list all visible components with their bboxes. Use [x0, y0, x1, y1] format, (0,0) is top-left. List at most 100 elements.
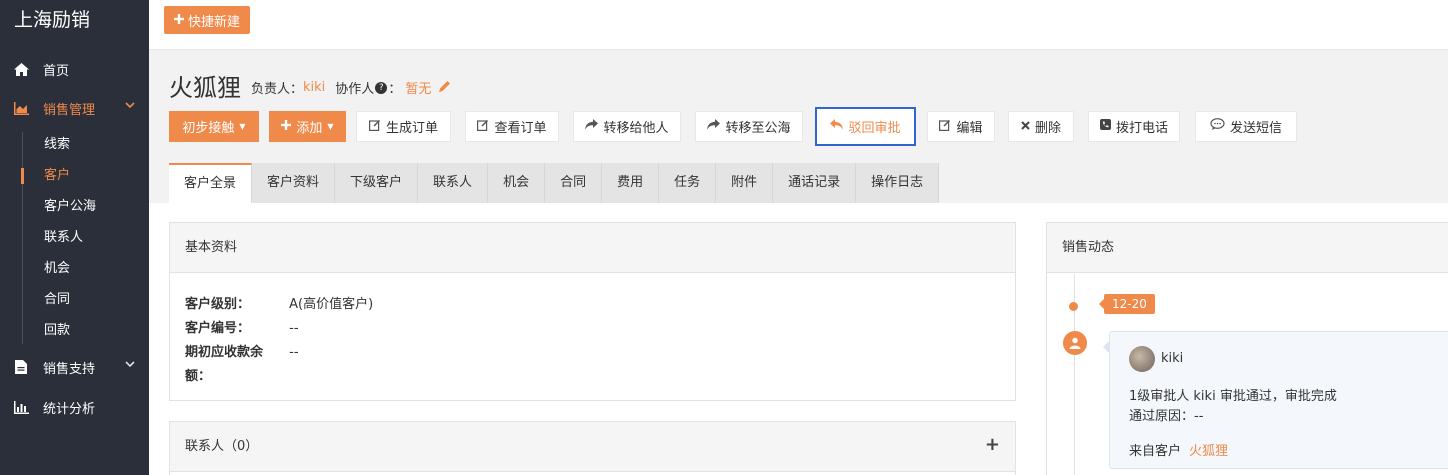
tab-call-records[interactable]: 通话记录 — [773, 163, 857, 203]
view-order-label: 查看订单 — [494, 121, 547, 136]
tab-contacts[interactable]: 联系人 — [418, 163, 489, 203]
tab-sub-customers[interactable]: 下级客户 — [335, 163, 419, 203]
call-button[interactable]: 拨打电话 — [1088, 111, 1180, 142]
info-key: 额： — [185, 369, 212, 384]
tab-bar: 客户全景 客户资料 下级客户 联系人 机会 合同 费用 任务 附件 通话记录 操… — [169, 163, 940, 203]
question-icon[interactable]: ? — [375, 81, 388, 94]
sidebar-item-home[interactable]: 首页 — [0, 58, 149, 80]
sidebar-subitem-payments[interactable]: 回款 — [22, 320, 149, 342]
source-label: 来自客户 — [1129, 444, 1182, 459]
reply-icon — [830, 119, 844, 134]
transfer-to-other-label: 转移给他人 — [603, 121, 669, 136]
tab-expenses[interactable]: 费用 — [602, 163, 660, 203]
plus-icon — [281, 119, 292, 134]
user-icon — [1063, 331, 1087, 355]
info-key: 客户编号： — [185, 321, 251, 336]
chevron-down-icon — [125, 99, 135, 112]
tab-profile[interactable]: 客户资料 — [252, 163, 336, 203]
info-value: -- — [289, 321, 299, 336]
info-row-level: 客户级别： A(高价值客户) — [185, 293, 373, 312]
sidebar-item-sales-support[interactable]: 销售支持 — [0, 356, 149, 378]
sales-activity-title: 销售动态 — [1047, 223, 1448, 273]
collab-value: 暂无 — [405, 82, 432, 97]
create-order-label: 生成订单 — [385, 121, 438, 136]
chat-icon — [1210, 118, 1225, 135]
avatar — [1129, 346, 1155, 372]
close-icon — [1021, 119, 1030, 134]
tab-contracts[interactable]: 合同 — [545, 163, 603, 203]
edit-icon — [939, 119, 951, 135]
topbar: 快捷新建 — [149, 0, 1448, 50]
delete-button[interactable]: 删除 — [1008, 111, 1074, 142]
activity-user: kiki — [1161, 351, 1184, 366]
activity-line-2: 通过原因：-- — [1129, 409, 1204, 424]
info-row-receivable-cont: 额： — [185, 365, 285, 384]
contacts-title: 联系人（0） — [170, 422, 1015, 472]
stage-label: 初步接触 — [182, 121, 235, 136]
owner-value[interactable]: kiki — [303, 80, 325, 95]
document-icon — [13, 359, 29, 375]
reject-approval-label: 驳回审批 — [848, 121, 901, 136]
info-value: A(高价值客户) — [289, 297, 374, 312]
sidebar-subitem-contracts[interactable]: 合同 — [22, 289, 149, 311]
sidebar-item-sales-management[interactable]: 销售管理 — [0, 97, 149, 119]
edit-icon — [477, 119, 489, 135]
transfer-to-pool-button[interactable]: 转移至公海 — [695, 111, 803, 142]
page-title: 火狐狸 — [169, 74, 241, 102]
sidebar-subitem-opportunities[interactable]: 机会 — [22, 258, 149, 280]
send-sms-label: 发送短信 — [1229, 121, 1282, 136]
bar-chart-icon — [13, 399, 29, 415]
timeline-date: 12-20 — [1099, 294, 1155, 314]
owner-label: 负责人： — [251, 82, 304, 97]
source-customer-link[interactable]: 火狐狸 — [1189, 444, 1228, 459]
tab-opportunities[interactable]: 机会 — [488, 163, 546, 203]
info-row-number: 客户编号： -- — [185, 317, 299, 336]
edit-button[interactable]: 编辑 — [927, 111, 995, 142]
info-key: 期初应收款余 — [185, 345, 264, 360]
transfer-to-pool-label: 转移至公海 — [725, 121, 791, 136]
sidebar-subitem-contacts[interactable]: 联系人 — [22, 227, 149, 249]
collab-colon: ： — [388, 82, 402, 97]
create-order-button[interactable]: 生成订单 — [356, 111, 451, 142]
sidebar-subitem-leads[interactable]: 线索 — [22, 134, 149, 156]
call-label: 拨打电话 — [1115, 121, 1168, 136]
timeline-card: kiki 1级审批人 kiki 审批通过，审批完成 通过原因：-- 来自客户 火… — [1103, 331, 1448, 469]
sidebar-item-label: 统计分析 — [43, 401, 96, 417]
stage-dropdown-button[interactable]: 初步接触 ▼ — [169, 111, 259, 142]
send-sms-button[interactable]: 发送短信 — [1195, 111, 1297, 142]
activity-source: 来自客户 火狐狸 — [1129, 440, 1228, 459]
home-icon — [13, 61, 29, 77]
reject-approval-button[interactable]: 驳回审批 — [815, 107, 916, 146]
info-value: -- — [289, 345, 299, 360]
owner-info: 负责人： kiki 协作人 ? ： 暂无 — [251, 78, 451, 97]
edit-label: 编辑 — [956, 121, 983, 136]
info-row-receivable: 期初应收款余 -- — [185, 341, 299, 360]
sidebar: 上海励销 首页 销售管理 线索 客户 客户公海 联系人 机会 合同 回款 销售支… — [0, 0, 149, 475]
caret-down-icon: ▼ — [239, 122, 246, 131]
sidebar-item-statistics[interactable]: 统计分析 — [0, 396, 149, 418]
plus-icon — [174, 13, 184, 28]
pencil-icon[interactable] — [439, 80, 451, 96]
collab-label: 协作人 — [335, 82, 375, 97]
tab-overview[interactable]: 客户全景 — [169, 163, 253, 203]
basic-info-title: 基本资料 — [170, 223, 1015, 273]
share-icon — [585, 119, 599, 134]
sidebar-item-label: 销售支持 — [43, 361, 96, 377]
sidebar-item-label: 首页 — [43, 63, 70, 79]
transfer-to-other-button[interactable]: 转移给他人 — [573, 111, 681, 142]
sidebar-item-label: 销售管理 — [43, 102, 96, 118]
tab-operation-log[interactable]: 操作日志 — [856, 163, 940, 203]
quick-create-label: 快捷新建 — [188, 14, 241, 30]
add-label: 添加 — [296, 121, 323, 136]
area-chart-icon — [13, 100, 29, 116]
tab-attachments[interactable]: 附件 — [716, 163, 774, 203]
sidebar-subitem-customers[interactable]: 客户 — [21, 165, 149, 187]
add-contact-icon[interactable]: + — [985, 434, 1000, 455]
sidebar-subitem-customer-pool[interactable]: 客户公海 — [22, 196, 149, 218]
quick-create-button[interactable]: 快捷新建 — [164, 6, 251, 34]
add-dropdown-button[interactable]: 添加 ▼ — [269, 111, 346, 142]
edit-icon — [368, 119, 381, 135]
tab-tasks[interactable]: 任务 — [659, 163, 717, 203]
timeline-dot — [1069, 302, 1078, 311]
view-order-button[interactable]: 查看订单 — [465, 111, 559, 142]
